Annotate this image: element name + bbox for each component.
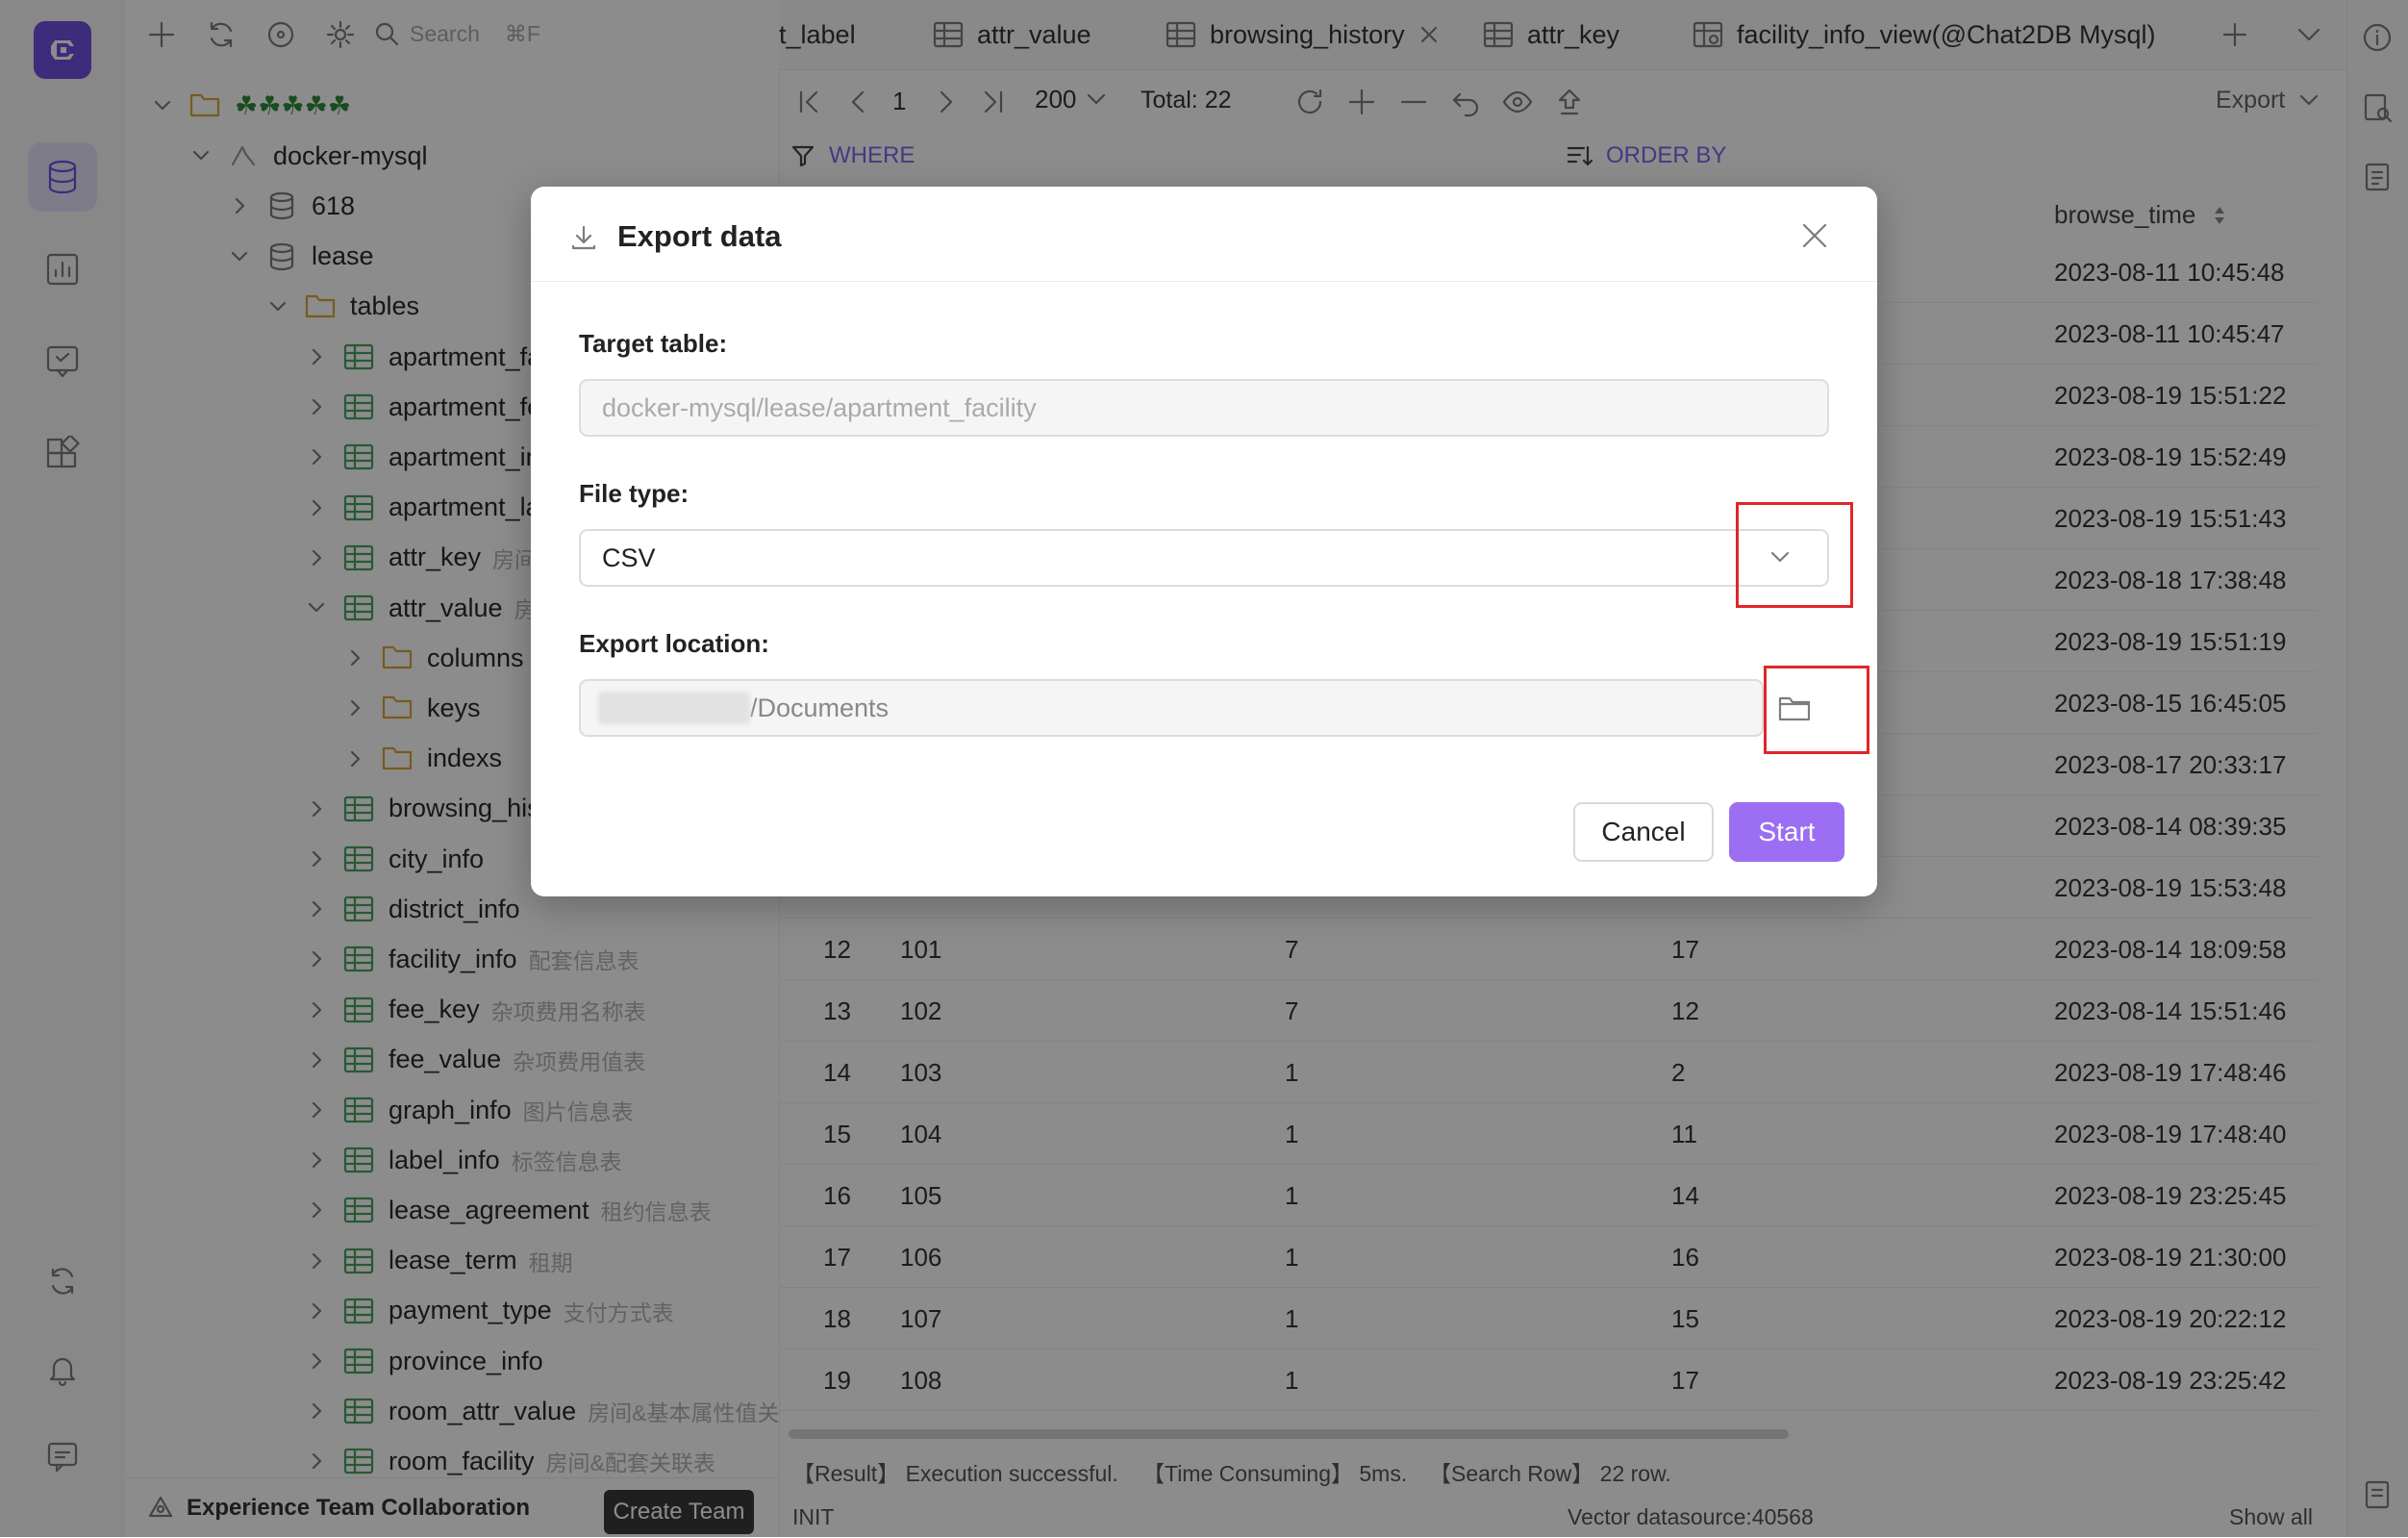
export-data-dialog: Export data Target table: docker-mysql/l… [531, 187, 1877, 896]
export-location-field[interactable]: /Documents [579, 679, 1764, 737]
cancel-button[interactable]: Cancel [1573, 802, 1714, 862]
file-type-select[interactable]: CSV [579, 529, 1829, 587]
file-type-label: File type: [579, 479, 690, 508]
file-type-value: CSV [602, 542, 656, 572]
target-table-value: docker-mysql/lease/apartment_facility [602, 392, 1037, 422]
export-location-label: Export location: [579, 629, 769, 658]
dialog-title: Export data [617, 219, 782, 253]
export-location-value: /Documents [750, 693, 890, 722]
target-table-label: Target table: [579, 329, 728, 358]
blurred-path [598, 692, 750, 724]
close-icon[interactable] [1800, 221, 1829, 250]
target-table-field: docker-mysql/lease/apartment_facility [579, 379, 1829, 437]
highlight-box-folder [1764, 666, 1869, 754]
download-icon [571, 225, 596, 250]
start-button[interactable]: Start [1729, 802, 1844, 862]
dialog-header: Export data [531, 187, 1877, 282]
highlight-box-file-type [1736, 502, 1853, 608]
